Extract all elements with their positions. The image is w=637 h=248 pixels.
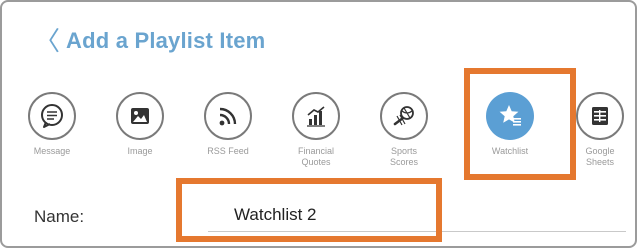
add-playlist-item-panel: 〈 Add a Playlist Item Message Image RSS …	[0, 0, 637, 248]
financial-quotes-icon	[292, 92, 340, 140]
back-chevron-icon[interactable]: 〈	[34, 28, 60, 54]
item-image[interactable]: Image	[98, 90, 182, 157]
header: 〈 Add a Playlist Item	[34, 28, 265, 54]
image-icon	[116, 92, 164, 140]
item-label: Image	[127, 146, 153, 156]
item-label: Sports Scores	[389, 146, 418, 167]
item-rss-feed[interactable]: RSS Feed	[186, 90, 270, 157]
google-sheets-icon	[576, 92, 624, 140]
item-watchlist[interactable]: Watchlist	[468, 90, 552, 157]
item-label: Financial Quotes	[297, 146, 335, 167]
item-sports-scores[interactable]: Sports Scores	[362, 90, 446, 168]
item-label: Message	[33, 146, 71, 156]
item-message[interactable]: Message	[10, 90, 94, 157]
item-label: RSS Feed	[207, 146, 249, 156]
watchlist-star-icon	[486, 92, 534, 140]
name-label: Name:	[34, 207, 85, 226]
name-input[interactable]	[208, 198, 626, 232]
item-financial-quotes[interactable]: Financial Quotes	[274, 90, 358, 168]
item-label: Watchlist	[491, 146, 529, 156]
message-icon	[28, 92, 76, 140]
page-title[interactable]: Add a Playlist Item	[66, 28, 265, 54]
item-label: Google Sheets	[585, 146, 615, 167]
rss-feed-icon	[204, 92, 252, 140]
item-google-sheets[interactable]: Google Sheets	[558, 90, 635, 168]
sports-scores-icon	[380, 92, 428, 140]
